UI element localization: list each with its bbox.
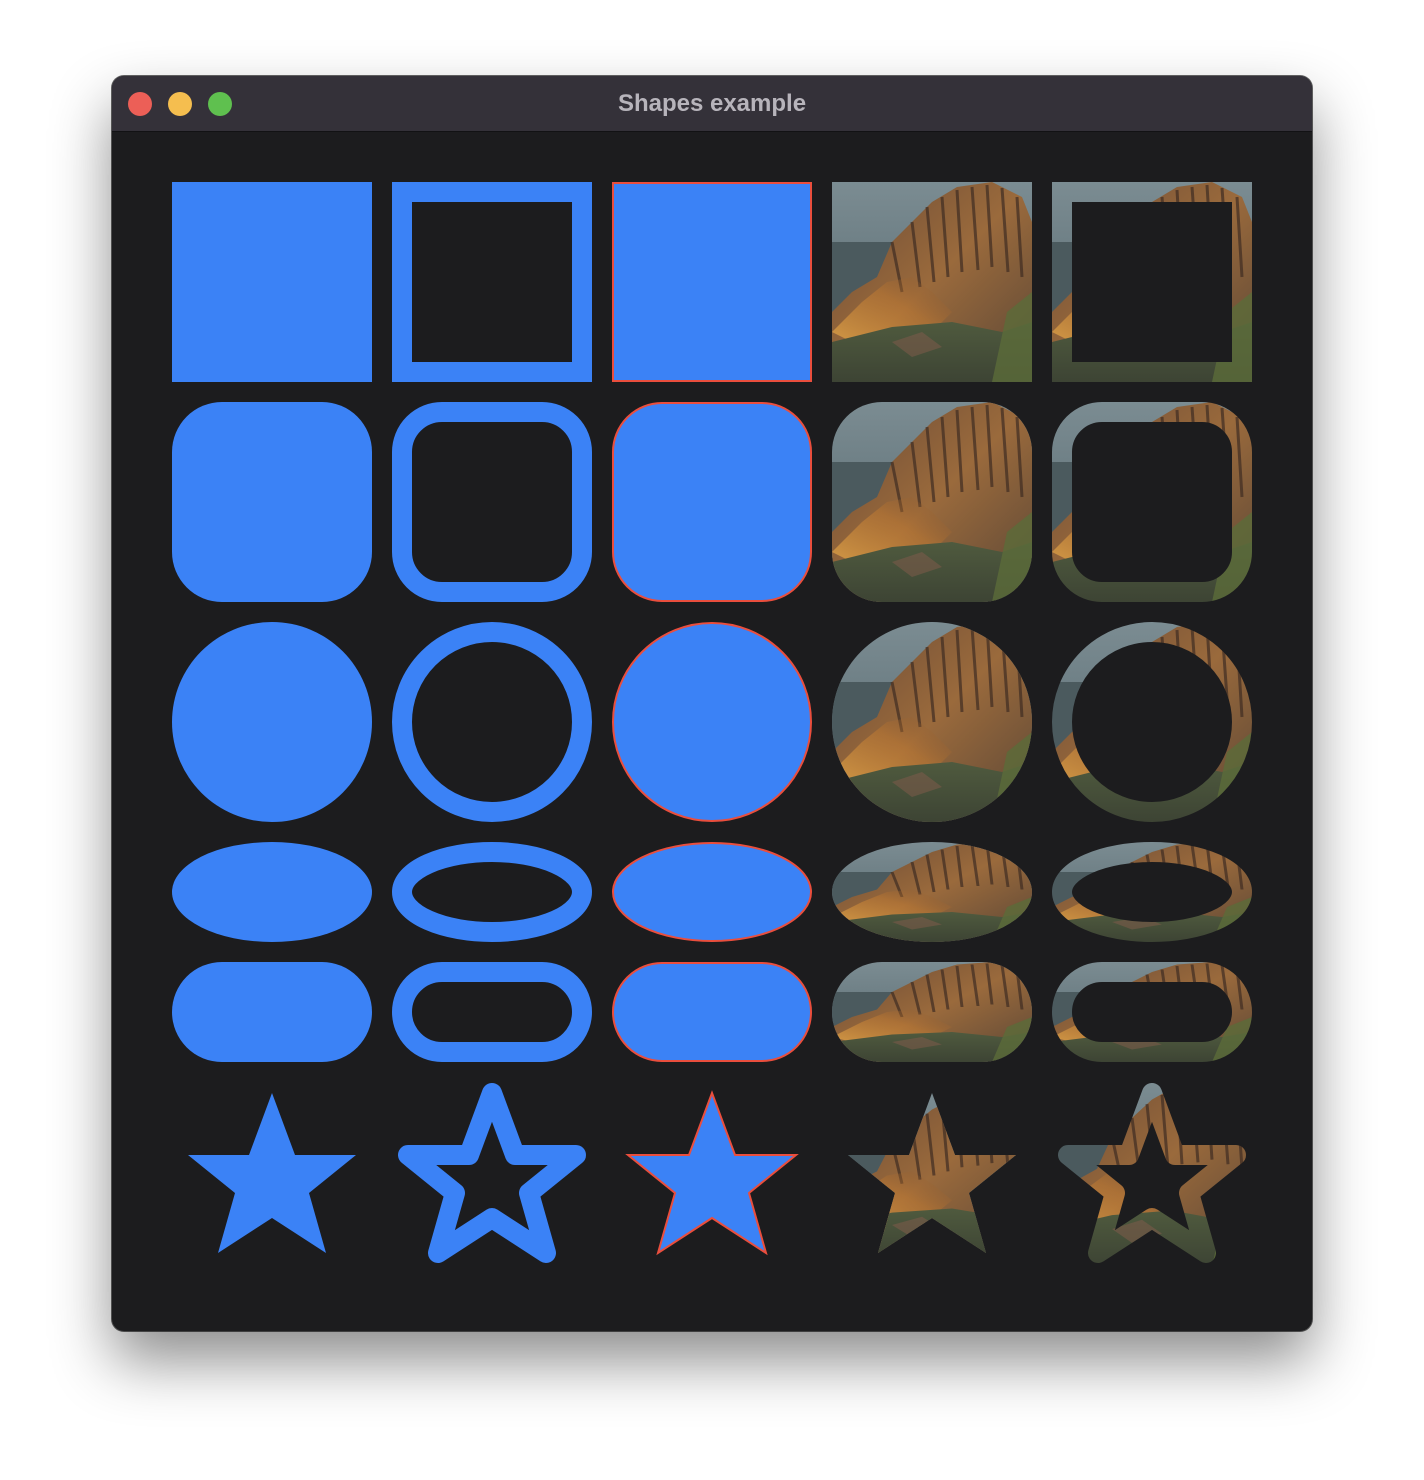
capsule-image-fill (832, 962, 1032, 1062)
capsule-image-stroke (1052, 962, 1252, 1062)
circle-fill (172, 622, 372, 822)
ellipse-fill-outlined (612, 842, 812, 942)
circle-stroke (392, 622, 592, 822)
square-image-stroke (1052, 182, 1252, 382)
ellipse-stroke (392, 842, 592, 942)
star-image-fill (848, 1093, 1016, 1253)
square-stroke (392, 182, 592, 382)
square-fill (172, 182, 372, 382)
square-fill-outlined (612, 182, 812, 382)
rounded-square-image-stroke (1052, 402, 1252, 602)
ellipse-image-fill (832, 842, 1032, 942)
capsule-stroke (392, 962, 592, 1062)
capsule-fill-outlined (612, 962, 812, 1062)
rounded-square-image-fill (832, 402, 1032, 602)
star-fill-outlined (625, 1090, 799, 1256)
app-window: Shapes example (112, 76, 1312, 1331)
ellipse-image-stroke (1052, 842, 1252, 942)
circle-image-fill (832, 622, 1032, 822)
rounded-square-stroke (392, 402, 592, 602)
capsule-fill (172, 962, 372, 1062)
star-stroke (398, 1083, 586, 1263)
rounded-square-fill (172, 402, 372, 602)
star-image-stroke (1052, 1081, 1252, 1266)
circle-fill-outlined (612, 622, 812, 822)
star-fill (188, 1093, 356, 1253)
square-image-fill (832, 182, 1032, 382)
rounded-square-fill-outlined (612, 402, 812, 602)
ellipse-fill (172, 842, 372, 942)
circle-image-stroke (1052, 622, 1252, 822)
shapes-canvas (172, 182, 1252, 1266)
